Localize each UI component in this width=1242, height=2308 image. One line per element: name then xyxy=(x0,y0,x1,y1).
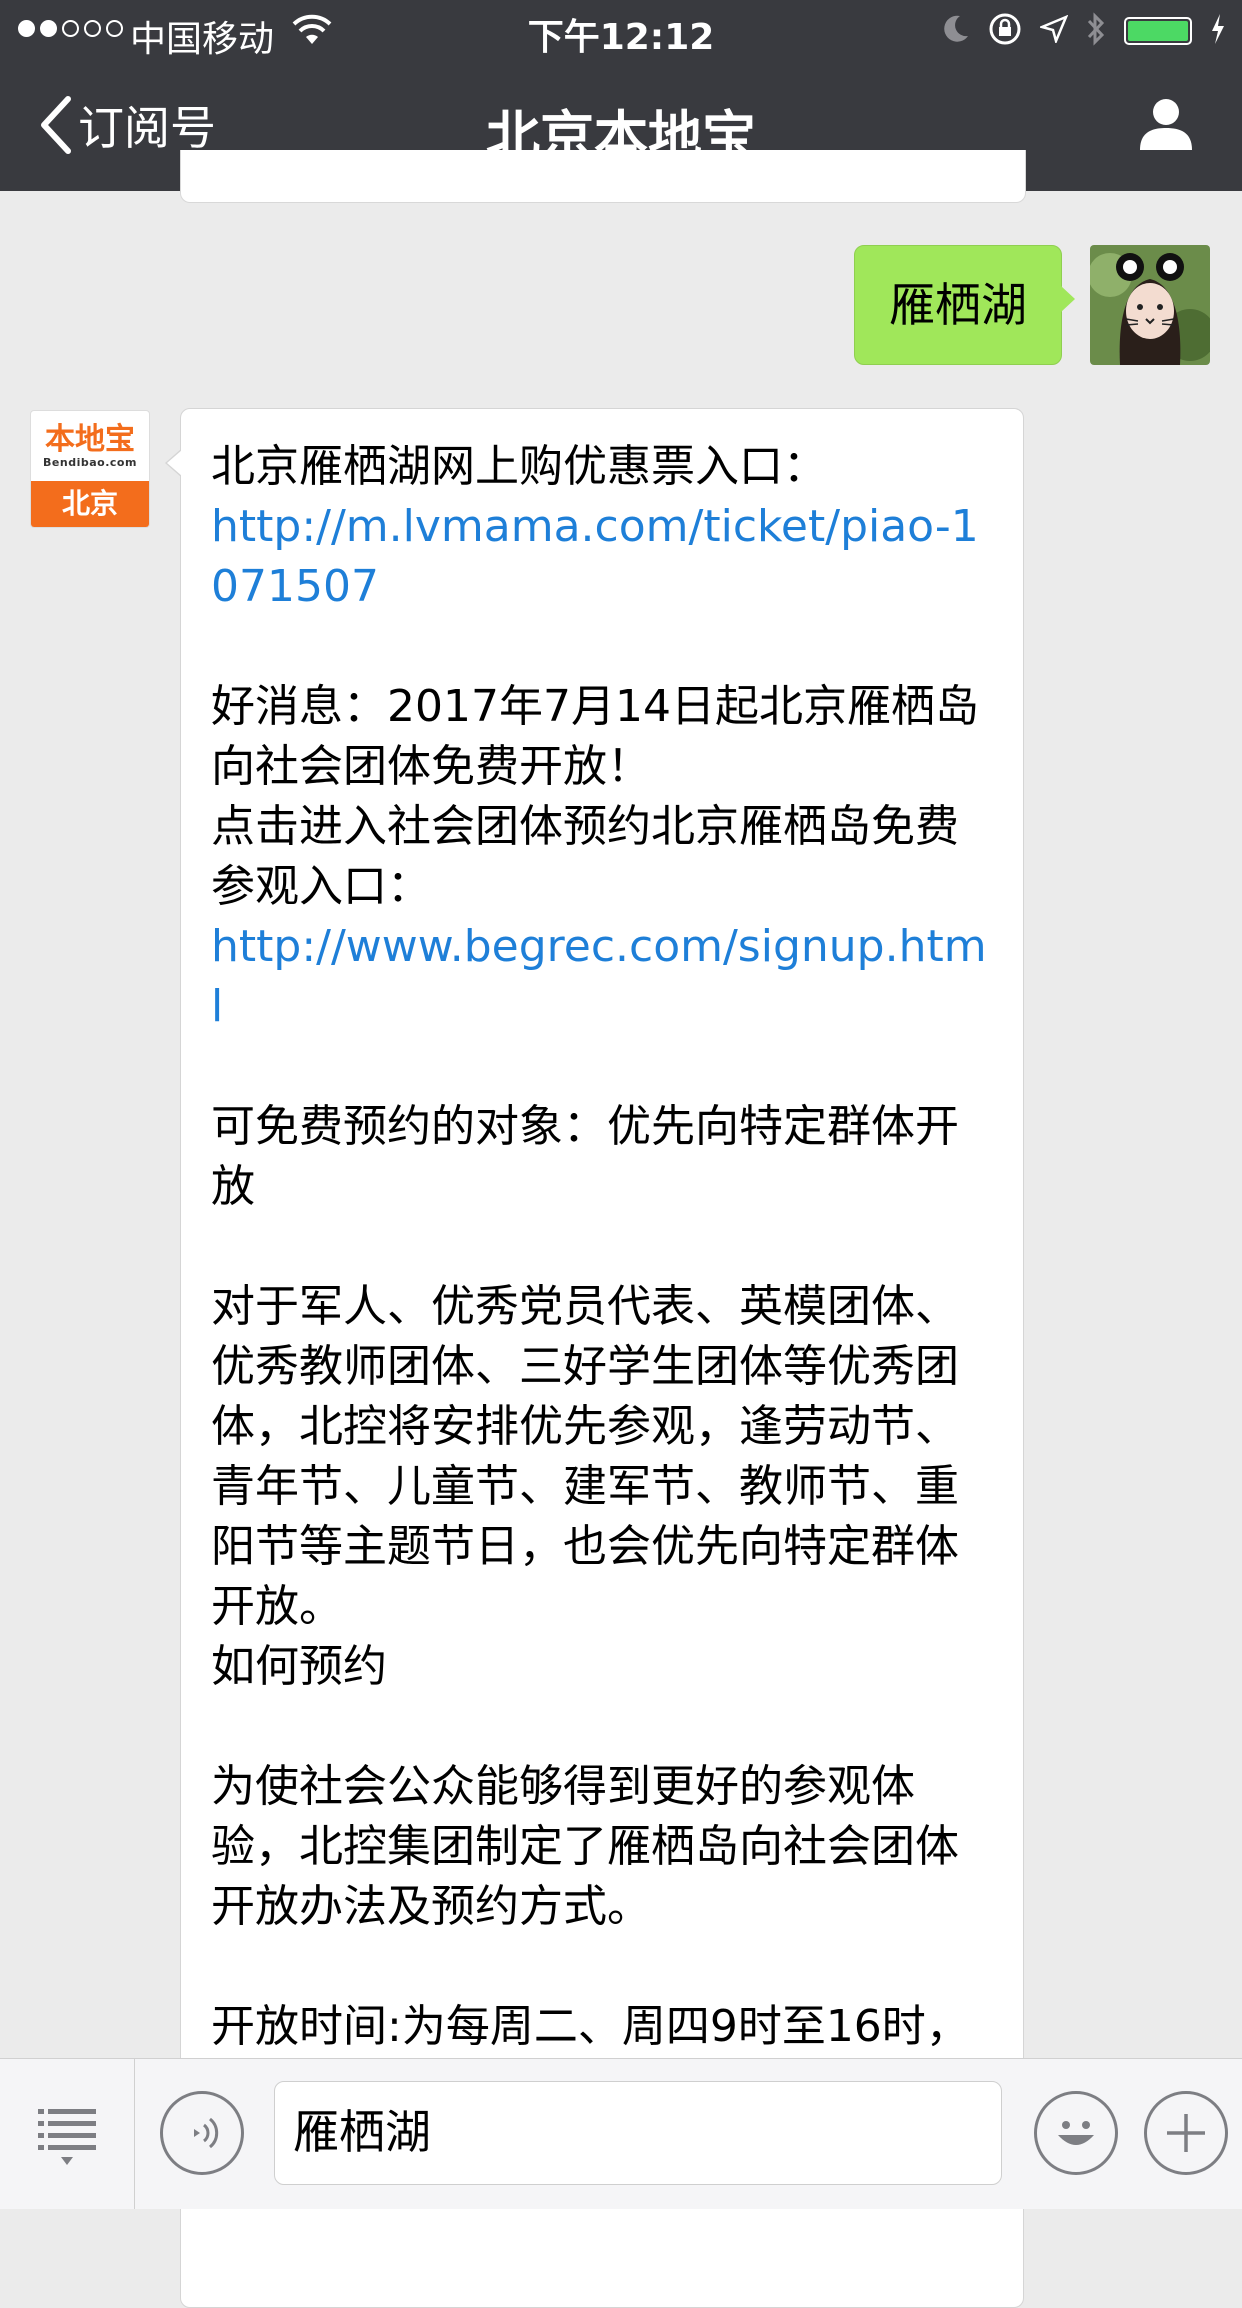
sent-message-bubble[interactable]: 雁栖湖 xyxy=(854,245,1075,365)
logo-name: 本地宝 xyxy=(45,421,135,457)
charging-icon xyxy=(1210,14,1226,48)
sent-message: 雁栖湖 xyxy=(854,245,1210,365)
user-icon xyxy=(1140,99,1192,150)
input-bar: 雁栖湖 xyxy=(0,2058,1242,2209)
battery-icon xyxy=(1124,17,1192,45)
orientation-lock-icon xyxy=(988,12,1022,50)
location-icon xyxy=(1038,14,1069,47)
profile-button[interactable] xyxy=(1138,96,1194,156)
moon-icon xyxy=(942,14,970,48)
reply-paragraph: 可免费预约的对象：优先向特定群体开放 xyxy=(211,1101,959,1212)
avatar[interactable] xyxy=(1090,245,1210,365)
reply-text: 好消息：2017年7月14日起北京雁栖岛向社会团体免费开放！ 点击进入社会团体预… xyxy=(211,681,979,912)
reply-paragraph: 好消息：2017年7月14日起北京雁栖岛向社会团体免费开放！ 点击进入社会团体预… xyxy=(211,677,993,1037)
signup-link[interactable]: http://www.begrec.com/signup.html xyxy=(211,921,987,1032)
previous-message-card xyxy=(180,150,1026,203)
voice-icon xyxy=(194,2117,219,2149)
reply-text: 北京雁栖湖网上购优惠票入口： xyxy=(211,441,827,492)
reply-paragraph: 对于军人、优秀党员代表、英模团体、优秀教师团体、三好学生团体等优秀团体，北控将安… xyxy=(211,1281,959,1632)
sender-avatar[interactable]: 本地宝 Bendibao.com 北京 xyxy=(30,410,150,528)
menu-list-icon xyxy=(38,2109,96,2165)
status-bar: 中国移动 下午12:12 xyxy=(0,0,1242,62)
smiley-icon xyxy=(1058,2121,1094,2145)
reply-paragraph: 北京雁栖湖网上购优惠票入口： http://m.lvmama.com/ticke… xyxy=(211,437,993,617)
message-input[interactable]: 雁栖湖 xyxy=(274,2081,1002,2185)
logo-domain: Bendibao.com xyxy=(43,455,137,469)
menu-toggle-button[interactable] xyxy=(0,2059,135,2209)
logo-city: 北京 xyxy=(31,481,149,527)
voice-button[interactable] xyxy=(160,2091,244,2175)
ticket-link[interactable]: http://m.lvmama.com/ticket/piao-1071507 xyxy=(211,501,979,612)
plus-icon xyxy=(1167,2114,1205,2152)
reply-message-bubble: 北京雁栖湖网上购优惠票入口： http://m.lvmama.com/ticke… xyxy=(165,408,1024,2308)
more-button[interactable] xyxy=(1144,2091,1228,2175)
bluetooth-icon xyxy=(1086,12,1106,50)
emoji-button[interactable] xyxy=(1034,2091,1118,2175)
reply-heading: 如何预约 xyxy=(211,1641,387,1692)
reply-paragraph: 为使社会公众能够得到更好的参观体验，北控集团制定了雁栖岛向社会团体开放办法及预约… xyxy=(211,1761,959,1932)
